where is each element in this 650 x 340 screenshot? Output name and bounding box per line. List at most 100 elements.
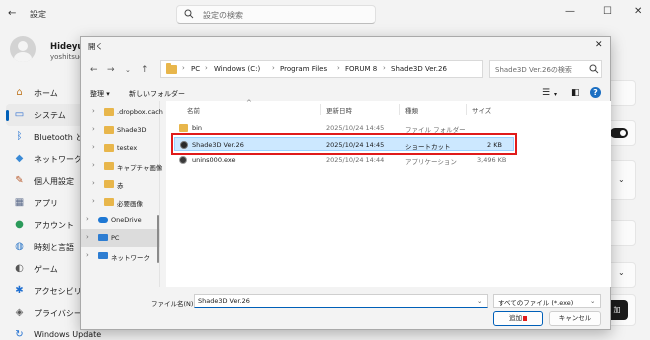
file-date: 2025/10/24 14:44 (326, 156, 385, 164)
tree-item[interactable]: › 赤 (81, 175, 160, 193)
open-file-dialog: 開く ✕ ← → ⌄ ↑ › PC › Windows (C:) › Progr… (80, 36, 611, 330)
application-icon (179, 156, 187, 164)
apps-icon: ▦ (14, 197, 25, 208)
column-divider[interactable] (399, 104, 400, 115)
dialog-search-input[interactable]: Shade3D Ver.26の検索 (489, 60, 602, 78)
navigation-tree: › .dropbox.cach › Shade3D › testex › キャプ… (81, 101, 163, 287)
sidebar-item-label: 個人用設定 (34, 177, 74, 186)
sidebar-item-personalization[interactable]: ✎ 個人用設定 (6, 170, 86, 192)
organize-button[interactable]: 整理 ▾ (90, 89, 110, 99)
expand-chevron-icon[interactable]: › (92, 161, 95, 169)
cancel-button[interactable]: キャンセル (549, 311, 601, 326)
tree-item-label: キャプチャ画像 (117, 164, 163, 172)
column-header-date[interactable]: 更新日時 (326, 105, 352, 115)
folder-icon (166, 63, 177, 74)
sidebar-item-accessibility[interactable]: ✱ アクセシビリティ (6, 280, 97, 302)
update-icon: ↻ (15, 329, 24, 340)
dialog-search-placeholder: Shade3D Ver.26の検索 (495, 66, 572, 74)
network-icon: ◆ (15, 153, 24, 164)
minimize-icon[interactable]: — (565, 6, 575, 17)
sidebar-item-home[interactable]: ⌂ ホーム (6, 82, 86, 104)
sidebar-item-apps[interactable]: ▦ アプリ (6, 192, 86, 214)
breadcrumb-windows-c[interactable]: Windows (C:) (214, 65, 260, 73)
preview-pane-icon[interactable]: ◧ (571, 88, 580, 98)
onedrive-icon (98, 217, 108, 223)
tree-item-pc[interactable]: › PC (81, 229, 160, 247)
chevron-down-icon[interactable]: ⌄ (590, 297, 595, 305)
chevron-down-icon[interactable]: ⌄ (618, 175, 625, 184)
back-arrow-icon[interactable]: ← (8, 8, 22, 20)
column-header-name[interactable]: 名前 (187, 105, 200, 115)
sidebar-item-label: ホーム (34, 89, 58, 98)
tree-scrollbar[interactable] (157, 215, 159, 263)
sidebar-item-windows-update[interactable]: ↻ Windows Update (6, 324, 101, 340)
settings-titlebar: ← 設定 設定の検索 — ☐ ✕ (0, 0, 650, 28)
add-open-button[interactable]: 追加 (493, 311, 543, 326)
new-folder-button[interactable]: 新しいフォルダー (129, 89, 185, 99)
view-options-icon[interactable]: ☰ (542, 88, 550, 98)
sidebar-item-accounts[interactable]: ● アカウント (6, 214, 86, 236)
chevron-down-icon[interactable]: ▾ (554, 91, 557, 98)
chevron-right-icon: › (272, 64, 275, 72)
tree-item[interactable]: › 必要画像 (81, 193, 160, 211)
expand-chevron-icon[interactable]: › (92, 125, 95, 133)
tree-item-label: 必要画像 (117, 200, 143, 208)
forward-arrow-icon[interactable]: → (107, 65, 115, 75)
settings-search-input[interactable]: 設定の検索 (176, 5, 376, 24)
tree-item[interactable]: › testex (81, 139, 160, 157)
chevron-down-icon[interactable]: ⌄ (477, 297, 482, 305)
address-bar[interactable]: › PC › Windows (C:) › Program Files › FO… (160, 60, 555, 78)
expand-chevron-icon[interactable]: › (92, 197, 95, 205)
file-type-filter-select[interactable]: すべてのファイル (*.exe) ⌄ (493, 294, 601, 308)
sidebar-item-time-language[interactable]: ◍ 時刻と言語 (6, 236, 86, 258)
tree-item[interactable]: › Shade3D (81, 121, 160, 139)
sidebar-item-network[interactable]: ◆ ネットワークとイ (6, 148, 98, 170)
column-divider[interactable] (466, 104, 467, 115)
column-header-size[interactable]: サイズ (472, 105, 491, 115)
chevron-down-icon[interactable]: ⌄ (618, 268, 625, 277)
settings-title: 設定 (30, 10, 46, 19)
tree-item-label: .dropbox.cach (117, 108, 163, 116)
up-arrow-icon[interactable]: ↑ (141, 65, 149, 75)
tree-item[interactable]: › .dropbox.cach (81, 103, 163, 121)
sidebar-item-gaming[interactable]: ◐ ゲーム (6, 258, 86, 280)
expand-chevron-icon[interactable]: › (92, 143, 95, 151)
column-divider[interactable] (320, 104, 321, 115)
file-row-uninstaller[interactable]: unins000.exe 2025/10/24 14:44 アプリケーション 3… (174, 153, 514, 167)
expand-chevron-icon[interactable]: › (86, 215, 89, 223)
tree-item[interactable]: › OneDrive (81, 211, 160, 229)
dialog-close-icon[interactable]: ✕ (595, 40, 603, 50)
breadcrumb-pc[interactable]: PC (191, 65, 200, 73)
breadcrumb-program-files[interactable]: Program Files (280, 65, 327, 73)
sidebar-item-bluetooth[interactable]: ᛒ Bluetooth とデ (6, 126, 92, 148)
expand-chevron-icon[interactable]: › (92, 179, 95, 187)
settings-search-placeholder: 設定の検索 (203, 11, 243, 20)
expand-chevron-icon[interactable]: › (86, 251, 89, 259)
folder-icon (104, 180, 114, 188)
file-size: 3,496 KB (477, 156, 507, 164)
help-icon[interactable]: ? (590, 87, 601, 98)
maximize-icon[interactable]: ☐ (603, 6, 612, 17)
expand-chevron-icon[interactable]: › (92, 107, 95, 115)
toggle-switch[interactable] (610, 128, 628, 138)
expand-chevron-icon[interactable]: › (86, 233, 89, 241)
file-name: unins000.exe (192, 156, 236, 164)
sidebar-item-label: アプリ (34, 199, 58, 208)
close-icon[interactable]: ✕ (634, 6, 642, 17)
back-arrow-icon[interactable]: ← (90, 65, 98, 75)
search-icon (589, 64, 599, 74)
system-icon: ▭ (14, 109, 25, 120)
sort-caret-icon: ^ (246, 99, 252, 107)
chevron-right-icon: › (205, 64, 208, 72)
breadcrumb-shade3d[interactable]: Shade3D Ver.26 (391, 65, 447, 73)
breadcrumb-forum8[interactable]: FORUM 8 (345, 65, 377, 73)
chevron-right-icon: › (337, 64, 340, 72)
column-header-type[interactable]: 種類 (405, 105, 418, 115)
filename-input[interactable]: Shade3D Ver.26 ⌄ (194, 294, 488, 308)
sidebar-item-privacy[interactable]: ◈ プライバシーとセ (6, 302, 98, 324)
chevron-right-icon: › (383, 64, 386, 72)
tree-item[interactable]: › キャプチャ画像 (81, 157, 163, 175)
sidebar-item-system[interactable]: ▭ システム (6, 104, 86, 126)
recent-chevron-icon[interactable]: ⌄ (125, 66, 131, 74)
tree-item[interactable]: › ネットワーク (81, 247, 160, 265)
